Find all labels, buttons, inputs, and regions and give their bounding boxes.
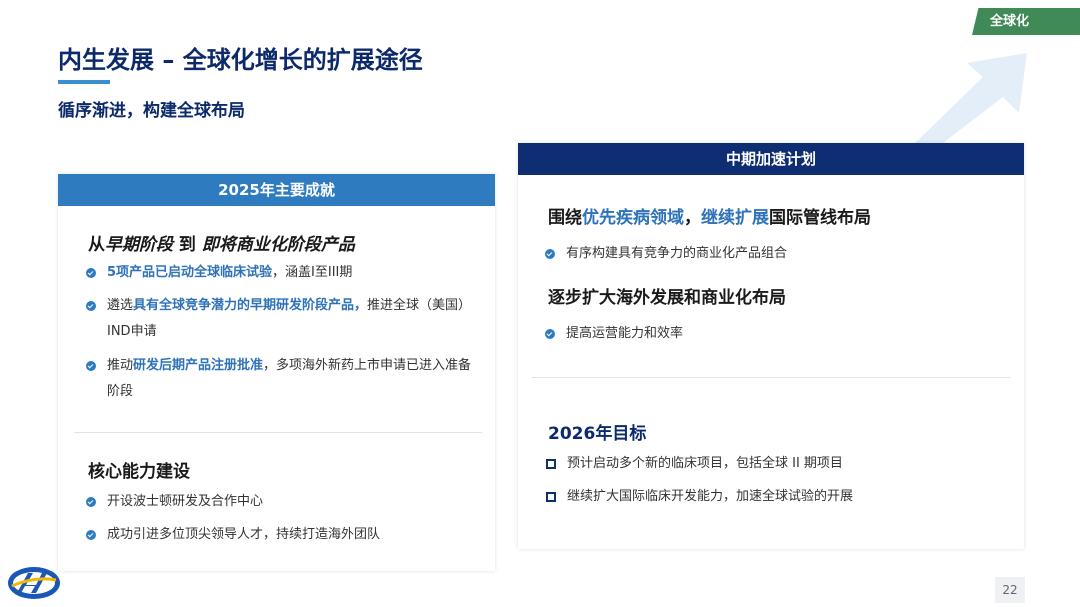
bullet-highlight: 5项产品已启动全球临床试验 <box>107 265 273 280</box>
check-circle-icon <box>86 301 96 311</box>
section-text-highlight: 优先疾病领域 <box>582 208 684 228</box>
section-text: 从 <box>88 235 105 255</box>
bullet-text: 开设波士顿研发及合作中心 <box>107 494 264 509</box>
bullet-text: 成功引进多位顶尖领导人才，持续打造海外团队 <box>107 527 381 542</box>
list-item: 成功引进多位顶尖领导人才，持续打造海外团队 <box>86 522 476 548</box>
capability-section-title: 核心能力建设 <box>88 462 190 482</box>
targets-section-title: 2026年目标 <box>548 424 647 444</box>
list-item: 预计启动多个新的临床项目，包括全球 II 期项目 <box>546 451 1006 477</box>
achievements-header: 2025年主要成就 <box>58 174 495 206</box>
bullet-highlight: 具有全球竞争潜力的早期研发阶段产品， <box>133 298 368 313</box>
achievements-section-title: 从早期阶段 到 即将商业化阶段产品 <box>88 230 355 255</box>
list-item: 遴选具有全球竞争潜力的早期研发阶段产品，推进全球（美国）IND申请 <box>86 293 476 345</box>
list-item: 5项产品已启动全球临床试验，涵盖I至III期 <box>86 260 476 286</box>
bullet-text: 预计启动多个新的临床项目，包括全球 II 期项目 <box>567 456 843 471</box>
bullet-text: 推动 <box>107 358 134 373</box>
bullet-text: ，涵盖I至III期 <box>272 265 353 280</box>
title-underline <box>58 80 110 84</box>
check-circle-icon <box>86 497 96 507</box>
list-item: 开设波士顿研发及合作中心 <box>86 489 476 515</box>
divider <box>74 432 482 433</box>
section-text-emphasis: 即将商业化阶段产品 <box>201 235 355 255</box>
square-bullet-icon <box>546 492 556 502</box>
bullet-highlight: 研发后期产品注册批准 <box>133 358 264 373</box>
section-text: 到 <box>173 235 202 255</box>
bullet-text: 遴选 <box>107 298 134 313</box>
section-text: ， <box>684 208 701 228</box>
check-circle-icon <box>545 329 555 339</box>
overseas-section-title: 逐步扩大海外发展和商业化布局 <box>548 288 786 308</box>
page-title: 内生发展 – 全球化增长的扩展途径 <box>58 46 423 74</box>
list-item: 推动研发后期产品注册批准，多项海外新药上市申请已进入准备阶段 <box>86 353 476 405</box>
bullet-text: 继续扩大国际临床开发能力，加速全球试验的开展 <box>567 489 854 504</box>
list-item: 继续扩大国际临床开发能力，加速全球试验的开展 <box>546 484 1006 510</box>
check-circle-icon <box>545 249 555 259</box>
bullet-text: 有序构建具有竞争力的商业化产品组合 <box>566 246 788 261</box>
achievements-card: 2025年主要成就 从早期阶段 到 即将商业化阶段产品 5项产品已启动全球临床试… <box>58 174 495 571</box>
arrow-decoration-icon <box>913 53 1027 149</box>
check-circle-icon <box>86 268 96 278</box>
plan-card: 中期加速计划 围绕优先疾病领域，继续扩展国际管线布局 有序构建具有竞争力的商业化… <box>518 143 1024 549</box>
plan-section-title: 围绕优先疾病领域，继续扩展国际管线布局 <box>548 203 871 228</box>
section-text-emphasis: 早期阶段 <box>105 235 173 255</box>
page-number: 22 <box>995 577 1025 603</box>
plan-header: 中期加速计划 <box>518 143 1024 175</box>
check-circle-icon <box>86 530 96 540</box>
list-item: 提高运营能力和效率 <box>545 321 1005 347</box>
section-text-highlight: 继续扩展 <box>701 208 769 228</box>
check-circle-icon <box>86 361 96 371</box>
square-bullet-icon <box>546 459 556 469</box>
company-logo-icon <box>8 567 60 599</box>
divider <box>532 377 1010 378</box>
section-text: 围绕 <box>548 208 582 228</box>
page-subtitle: 循序渐进，构建全球布局 <box>58 101 245 121</box>
bullet-text: 提高运营能力和效率 <box>566 326 684 341</box>
list-item: 有序构建具有竞争力的商业化产品组合 <box>545 241 1005 267</box>
section-text: 国际管线布局 <box>769 208 871 228</box>
section-tag: 全球化 <box>972 8 1080 35</box>
